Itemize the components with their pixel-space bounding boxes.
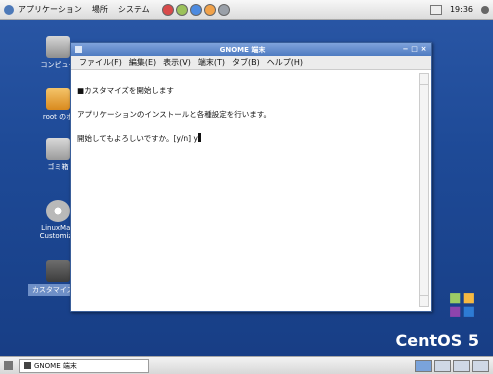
terminal-window[interactable]: GNOME 端末 − □ × ファイル(F) 編集(E) 表示(V) 端末(T)…	[70, 42, 432, 312]
text-cursor	[197, 133, 201, 142]
network-icon[interactable]	[429, 4, 442, 15]
office-icon[interactable]	[203, 3, 216, 16]
applications-menu[interactable]: アプリケーション	[18, 4, 82, 15]
foot-icon[interactable]	[4, 4, 14, 15]
mail-icon[interactable]	[175, 3, 188, 16]
menu-terminal[interactable]: 端末(T)	[198, 57, 225, 68]
taskbar-item-label: GNOME 端末	[34, 361, 77, 370]
scroll-up-arrow-icon[interactable]	[420, 74, 428, 85]
menu-help[interactable]: ヘルプ(H)	[267, 57, 303, 68]
maximize-button[interactable]: □	[411, 46, 418, 53]
close-button[interactable]: ×	[420, 46, 427, 53]
window-icon	[75, 46, 82, 53]
script-icon	[46, 260, 70, 282]
taskbar-item-terminal[interactable]: GNOME 端末	[19, 358, 149, 373]
terminal-prompt-text: 開始してもよろしいですか。[y/n] y	[77, 134, 198, 143]
settings-icon[interactable]	[217, 3, 230, 16]
window-title: GNOME 端末	[219, 45, 266, 54]
home-folder-icon	[46, 88, 70, 110]
terminal-spacer	[75, 97, 416, 109]
terminal-line-2: アプリケーションのインストールと各種設定を行います。	[77, 110, 271, 119]
workspace-1[interactable]	[415, 359, 432, 372]
menu-tab[interactable]: タブ(B)	[232, 57, 260, 68]
system-tray: 19:36	[429, 4, 489, 15]
window-titlebar[interactable]: GNOME 端末 − □ ×	[71, 43, 431, 56]
minimize-button[interactable]: −	[402, 46, 409, 53]
clock[interactable]: 19:36	[450, 5, 473, 14]
bottom-panel: GNOME 端末	[0, 356, 493, 374]
browser-icon[interactable]	[161, 3, 174, 16]
terminal-output[interactable]: ■カスタマイズを開始します アプリケーションのインストールと各種設定を行います。…	[75, 73, 416, 307]
terminal-spacer	[75, 121, 416, 133]
volume-icon[interactable]	[481, 5, 489, 14]
terminal-spacer	[75, 73, 416, 85]
terminal-line-3: 開始してもよろしいですか。[y/n] y	[75, 133, 416, 145]
workspace-2[interactable]	[434, 359, 451, 372]
vertical-scrollbar[interactable]	[419, 73, 429, 307]
centos-logo-text: CentOS 5	[395, 331, 479, 350]
trash-icon	[46, 138, 70, 160]
system-menu[interactable]: システム	[118, 4, 150, 15]
centos-emblem-icon	[450, 293, 474, 317]
chat-icon[interactable]	[189, 3, 202, 16]
centos-logo: CentOS 5	[395, 293, 479, 350]
scroll-down-arrow-icon[interactable]	[420, 295, 428, 306]
menu-edit[interactable]: 編集(E)	[129, 57, 156, 68]
menu-file[interactable]: ファイル(F)	[79, 57, 122, 68]
launcher-group	[161, 3, 230, 16]
computer-icon	[46, 36, 70, 58]
window-menubar: ファイル(F) 編集(E) 表示(V) 端末(T) タブ(B) ヘルプ(H)	[71, 56, 431, 70]
menu-view[interactable]: 表示(V)	[163, 57, 191, 68]
workspace-3[interactable]	[453, 359, 470, 372]
terminal-line-1: ■カスタマイズを開始します	[77, 86, 174, 95]
places-menu[interactable]: 場所	[92, 4, 108, 15]
disc-icon	[46, 200, 70, 222]
show-desktop-icon[interactable]	[4, 361, 13, 370]
terminal-task-icon	[24, 362, 31, 369]
workspace-switcher	[415, 359, 489, 372]
top-panel: アプリケーション 場所 システム 19:36	[0, 0, 493, 20]
workspace-4[interactable]	[472, 359, 489, 372]
